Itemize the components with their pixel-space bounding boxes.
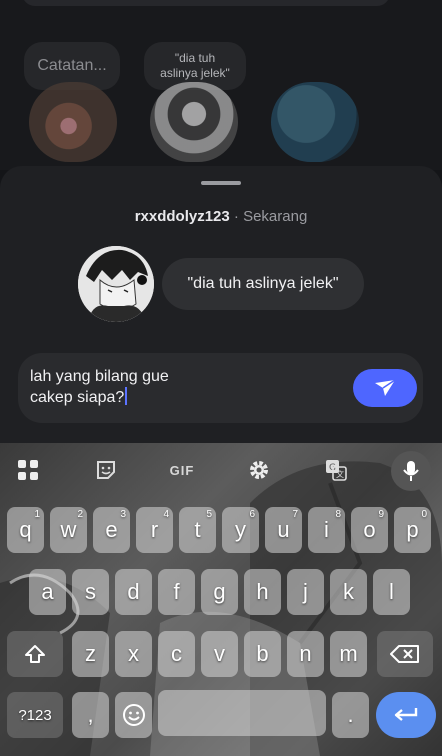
- settings-button[interactable]: [245, 455, 273, 485]
- key-w[interactable]: w2: [50, 507, 87, 553]
- emoji-key[interactable]: [115, 692, 152, 738]
- key-a[interactable]: a: [29, 569, 66, 615]
- shift-icon: [25, 645, 45, 663]
- key-e[interactable]: e3: [93, 507, 130, 553]
- key-s[interactable]: s: [72, 569, 109, 615]
- backspace-key[interactable]: [377, 631, 433, 677]
- reply-sheet: rxxddolyz123 · Sekarang "dia tuh aslinya…: [0, 166, 442, 466]
- backspace-icon: [390, 645, 419, 663]
- sticker-button[interactable]: [92, 455, 120, 485]
- key-b[interactable]: b: [244, 631, 281, 677]
- key-i[interactable]: i8: [308, 507, 345, 553]
- key-o[interactable]: o9: [351, 507, 388, 553]
- note-message-bubble: "dia tuh aslinya jelek": [162, 258, 364, 310]
- timestamp: Sekarang: [243, 208, 308, 225]
- key-u[interactable]: u7: [265, 507, 302, 553]
- username: rxxddolyz123: [134, 208, 230, 225]
- apps-grid-button[interactable]: [14, 455, 42, 485]
- reply-input-text[interactable]: lah yang bilang gue cakep siapa?: [30, 367, 330, 408]
- key-k[interactable]: k: [330, 569, 367, 615]
- enter-key[interactable]: [376, 692, 436, 738]
- microphone-icon: [403, 461, 419, 481]
- period-key[interactable]: .: [332, 692, 369, 738]
- avatar-globe[interactable]: [271, 82, 359, 162]
- comma-key[interactable]: ,: [72, 692, 109, 738]
- svg-text:文: 文: [336, 469, 344, 479]
- top-search-bar: [22, 0, 390, 6]
- key-m[interactable]: m: [330, 631, 367, 677]
- key-x[interactable]: x: [115, 631, 152, 677]
- drag-handle[interactable]: [201, 181, 241, 185]
- return-icon: [394, 708, 418, 721]
- key-y[interactable]: y6: [222, 507, 259, 553]
- key-f[interactable]: f: [158, 569, 195, 615]
- text-caret: [125, 387, 128, 405]
- symbols-key[interactable]: ?123: [7, 692, 63, 738]
- emoji-icon: [122, 704, 145, 726]
- avatar-cat[interactable]: [29, 82, 117, 162]
- translate-button[interactable]: G文: [322, 455, 350, 485]
- translate-icon: G文: [326, 460, 347, 481]
- key-r[interactable]: r4: [136, 507, 173, 553]
- key-z[interactable]: z: [72, 631, 109, 677]
- key-h[interactable]: h: [244, 569, 281, 615]
- key-g[interactable]: g: [201, 569, 238, 615]
- key-n[interactable]: n: [287, 631, 324, 677]
- author-avatar: [78, 246, 154, 322]
- gear-icon: [250, 461, 268, 479]
- keyboard: GIF G文 q1 w2 e3 r4 t5 y6 u7 i8 o9 p0 a s…: [0, 443, 442, 756]
- shift-key[interactable]: [7, 631, 63, 677]
- key-q[interactable]: q1: [7, 507, 44, 553]
- key-v[interactable]: v: [201, 631, 238, 677]
- send-button[interactable]: [353, 369, 417, 407]
- key-j[interactable]: j: [287, 569, 324, 615]
- key-t[interactable]: t5: [179, 507, 216, 553]
- note-author-line: rxxddolyz123 · Sekarang: [0, 208, 442, 225]
- note-text-line-2: aslinya jelek": [160, 66, 230, 80]
- voice-input-button[interactable]: [391, 451, 431, 491]
- key-d[interactable]: d: [115, 569, 152, 615]
- key-l[interactable]: l: [373, 569, 410, 615]
- sticker-icon: [97, 461, 115, 479]
- send-icon: [375, 379, 396, 396]
- key-p[interactable]: p0: [394, 507, 431, 553]
- key-c[interactable]: c: [158, 631, 195, 677]
- separator: ·: [229, 208, 244, 225]
- avatar-manga[interactable]: [150, 82, 238, 162]
- grid-icon: [18, 460, 38, 480]
- note-text-line-1: "dia tuh: [174, 51, 216, 65]
- notes-background: Catatan... "dia tuh aslinya jelek": [0, 0, 442, 170]
- gif-button[interactable]: GIF: [164, 455, 200, 485]
- space-key[interactable]: [158, 690, 326, 736]
- reply-input-field[interactable]: lah yang bilang gue cakep siapa?: [18, 353, 423, 423]
